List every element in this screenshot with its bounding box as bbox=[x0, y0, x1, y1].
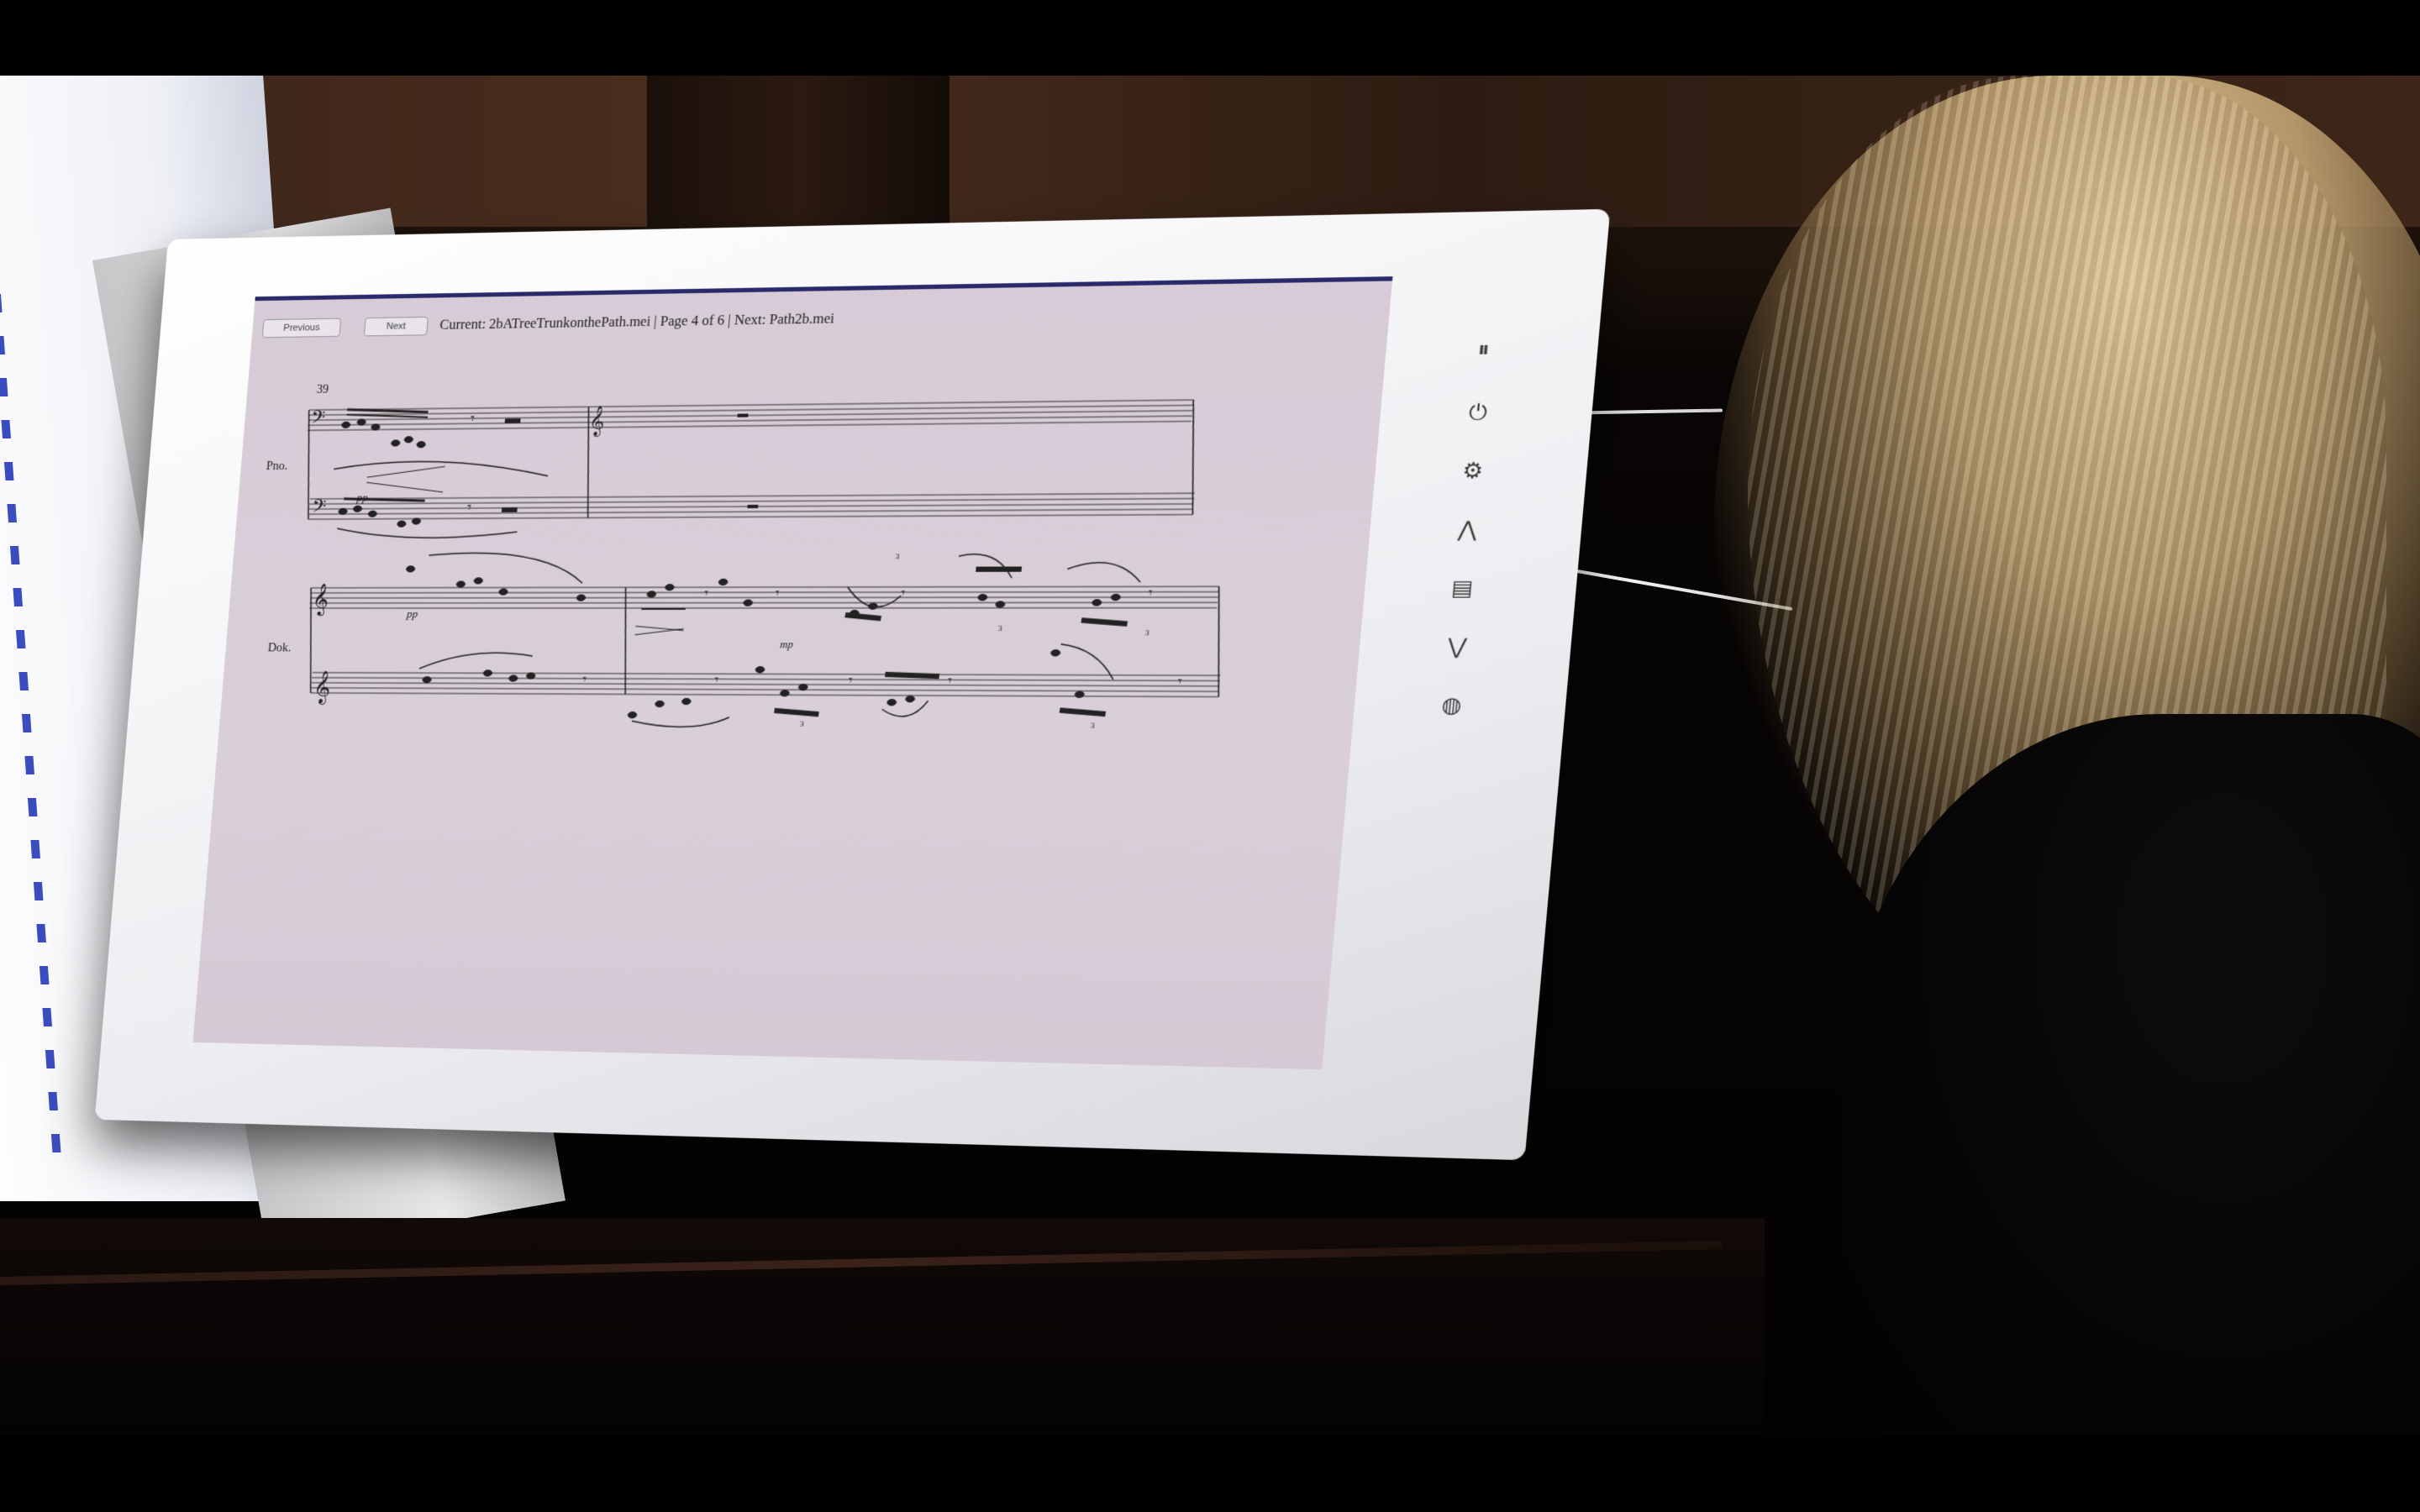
pause-icon[interactable]: ⏸ bbox=[1466, 333, 1502, 365]
page-icon[interactable]: ▤ bbox=[1444, 573, 1480, 604]
svg-text:𝄞: 𝄞 bbox=[311, 583, 329, 616]
next-button[interactable]: Next bbox=[363, 316, 429, 337]
svg-text:𝄾: 𝄾 bbox=[848, 674, 853, 689]
svg-text:𝄾: 𝄾 bbox=[582, 673, 587, 687]
dynamic-pp-1: pp bbox=[355, 491, 369, 503]
letterbox-bottom bbox=[0, 1436, 2420, 1512]
svg-text:𝄾: 𝄾 bbox=[775, 586, 780, 601]
svg-text:𝄾: 𝄾 bbox=[1148, 585, 1153, 601]
tuplet-2: 3 bbox=[997, 624, 1002, 633]
staff-piano-treble bbox=[308, 400, 1194, 430]
svg-text:𝄾: 𝄾 bbox=[1177, 675, 1182, 690]
instrument-label-dok: Dok. bbox=[267, 642, 292, 654]
barlines bbox=[285, 399, 1244, 696]
tuplet-1: 3 bbox=[895, 552, 900, 560]
svg-text:𝄞: 𝄞 bbox=[588, 406, 607, 437]
svg-text:𝄾: 𝄾 bbox=[714, 673, 719, 688]
svg-text:▬: ▬ bbox=[501, 498, 518, 516]
down-icon[interactable]: ⋁ bbox=[1439, 631, 1475, 662]
svg-text:𝄾: 𝄾 bbox=[947, 674, 952, 689]
power-icon[interactable]: ⏻ bbox=[1460, 396, 1496, 428]
music-score: 39 Pno. Dok. 𝄢 𝄞 𝄢 𝄞 𝄞 𝄾 ▬ 𝄾 ▬ pp 𝄾 𝄾 𝄾 … bbox=[266, 384, 1309, 730]
measure-number: 39 bbox=[316, 384, 329, 396]
pianist bbox=[1714, 76, 2420, 1436]
notes-dok-lower: 𝄾 𝄾 𝄾 𝄾 𝄾 bbox=[414, 643, 1182, 730]
scene: Previous Next Current: 2bATreeTrunkonthe… bbox=[0, 76, 2420, 1436]
tablet-side-icons: ⏸ ⏻ ⚙ ⋀ ▤ ⋁ ◍ bbox=[1428, 333, 1507, 785]
clefs: 𝄢 𝄞 𝄢 𝄞 𝄞 bbox=[310, 406, 607, 705]
staff-dok-upper bbox=[309, 586, 1219, 608]
dynamic-pp-2: pp bbox=[405, 607, 418, 620]
tuplet-4: 3 bbox=[800, 719, 805, 727]
settings-icon[interactable]: ⚙ bbox=[1455, 455, 1491, 486]
svg-text:𝄾: 𝄾 bbox=[901, 586, 906, 601]
svg-text:𝄞: 𝄞 bbox=[313, 670, 333, 705]
up-icon[interactable]: ⋀ bbox=[1449, 514, 1485, 545]
svg-text:▬: ▬ bbox=[504, 409, 521, 427]
instrument-label-piano: Pno. bbox=[266, 460, 288, 473]
svg-text:𝄢: 𝄢 bbox=[311, 496, 327, 522]
svg-text:𝄢: 𝄢 bbox=[310, 407, 326, 433]
tuplet-5: 3 bbox=[1090, 721, 1095, 730]
globe-icon[interactable]: ◍ bbox=[1434, 690, 1470, 721]
tuplet-3: 3 bbox=[1144, 628, 1150, 638]
score-tablet: Previous Next Current: 2bATreeTrunkonthe… bbox=[94, 208, 1611, 1161]
previous-button[interactable]: Previous bbox=[261, 318, 342, 339]
letterbox-top bbox=[0, 0, 2420, 76]
svg-text:𝄾: 𝄾 bbox=[704, 586, 709, 601]
dynamic-mp: mp bbox=[780, 638, 794, 651]
score-toolbar: Previous Next Current: 2bATreeTrunkonthe… bbox=[251, 297, 1391, 342]
status-line: Current: 2bATreeTrunkonthePath.mei | Pag… bbox=[439, 311, 835, 333]
tablet-screen: Previous Next Current: 2bATreeTrunkonthe… bbox=[192, 276, 1393, 1070]
